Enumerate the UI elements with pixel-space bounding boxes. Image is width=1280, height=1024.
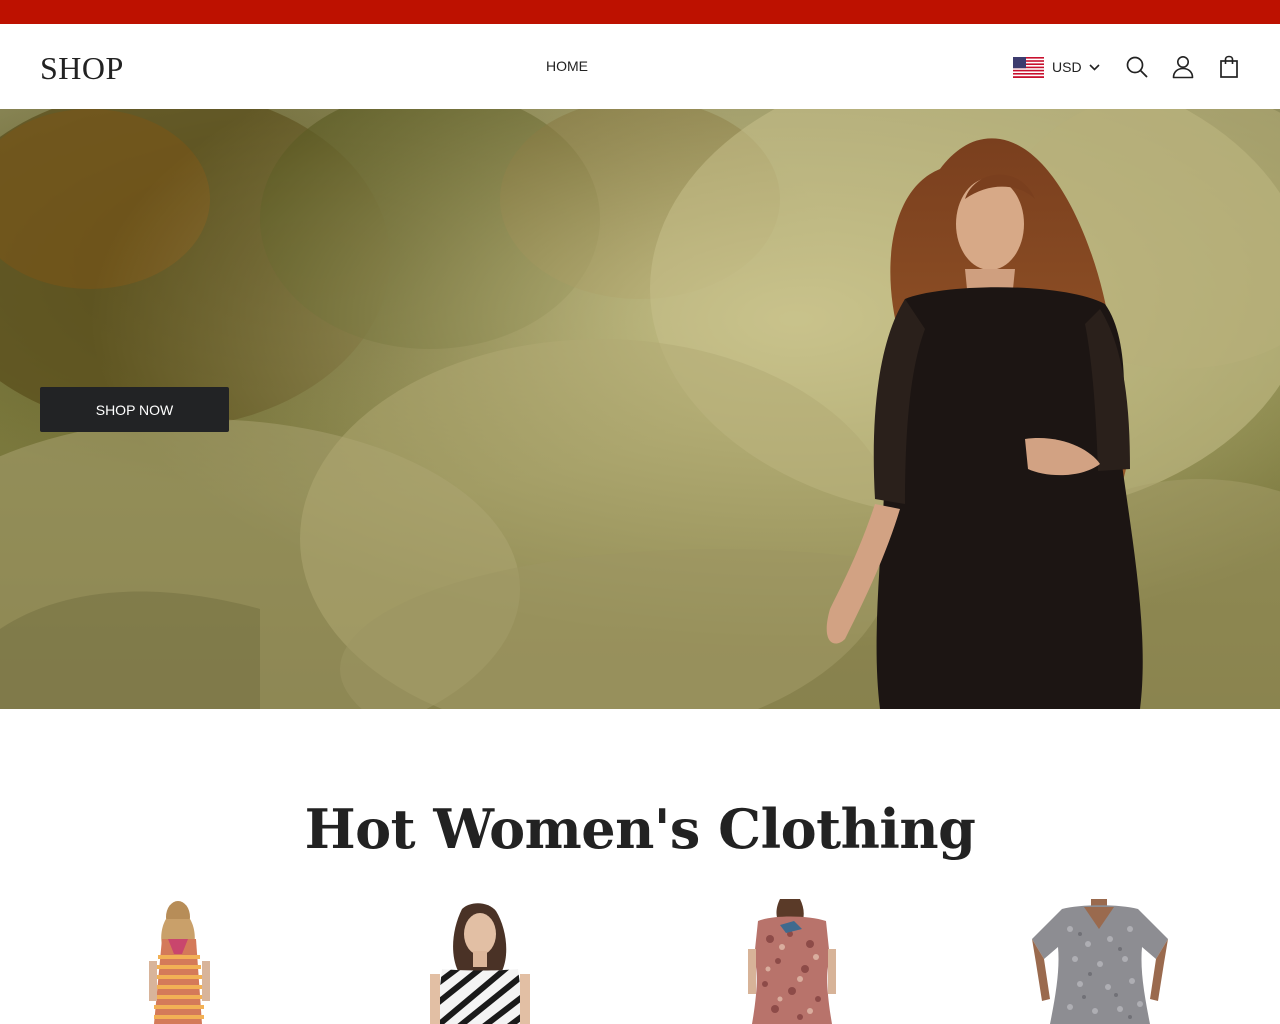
product-image-lace-dress — [970, 899, 1230, 1024]
product-card-3[interactable] — [660, 899, 920, 1024]
cart-button[interactable] — [1216, 54, 1242, 80]
us-flag-icon — [1013, 56, 1044, 78]
product-image-striped-dress — [350, 899, 610, 1024]
search-icon — [1126, 56, 1148, 78]
cart-bag-icon — [1220, 55, 1238, 78]
chevron-down-icon — [1088, 63, 1100, 71]
currency-selector[interactable]: USD — [1013, 54, 1100, 80]
shop-now-button[interactable]: SHOP NOW — [40, 387, 229, 432]
account-icon — [1172, 56, 1194, 79]
announcement-bar — [0, 0, 1280, 24]
product-image-striped-halter-top — [50, 899, 310, 1024]
currency-label: USD — [1052, 59, 1082, 75]
shop-logo[interactable]: SHOP — [40, 50, 124, 86]
account-button[interactable] — [1170, 54, 1196, 80]
collection-title: Hot Women's Clothing — [304, 797, 976, 861]
product-image-floral-dress — [660, 899, 920, 1024]
product-card-4[interactable] — [970, 899, 1230, 1024]
search-button[interactable] — [1124, 54, 1150, 80]
product-card-2[interactable] — [350, 899, 610, 1024]
hero-banner: SHOP NOW — [0, 109, 1280, 709]
nav-home-link[interactable]: HOME — [546, 57, 588, 75]
site-header: SHOP HOME USD — [0, 24, 1280, 109]
product-card-1[interactable] — [50, 899, 310, 1024]
